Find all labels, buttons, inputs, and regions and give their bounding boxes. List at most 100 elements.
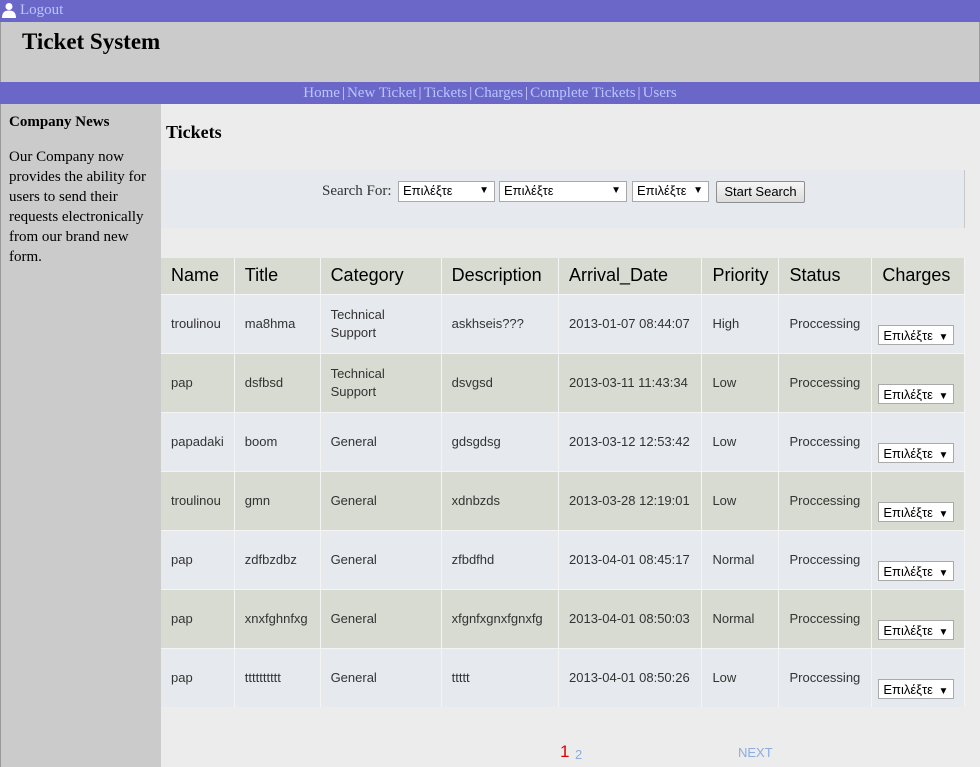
table-row[interactable]: pap zdfbzdbz General zfbdfhd 2013-04-01 … (161, 529, 965, 589)
pagination-current-page: 1 (560, 742, 570, 761)
cell-title: dsfbsd (234, 352, 321, 412)
charges-select-value: Επιλέξτε (883, 682, 933, 697)
charges-select[interactable]: Επιλέξτε ▼ (878, 383, 955, 404)
cell-category: General (320, 647, 442, 707)
dropdown-arrow-icon: ▼ (938, 390, 949, 402)
search-select-1[interactable]: Επιλέξτε ▼ (398, 181, 495, 202)
dropdown-arrow-icon: ▼ (938, 686, 949, 697)
nav-charges[interactable]: Charges (474, 85, 523, 101)
header: Ticket System (0, 22, 980, 82)
cell-name: pap (161, 529, 235, 589)
cell-arrival-date: 2013-01-07 08:44:07 (558, 293, 703, 353)
nav-new-ticket[interactable]: New Ticket (347, 85, 417, 101)
tickets-table: Name Title Category Description Arrival_… (161, 258, 965, 707)
nav-separator: | (525, 85, 529, 101)
cell-charges: Επιλέξτε ▼ (871, 470, 965, 530)
sidebar-heading: Company News (9, 114, 110, 130)
dropdown-arrow-icon: ▼ (938, 331, 949, 343)
table-row[interactable]: troulinou ma8hma Technical Support askhs… (161, 293, 965, 353)
search-select-1-value: Επιλέξτε (403, 183, 453, 198)
cell-title: boom (234, 411, 321, 471)
sidebar-news-text: Our Company now provides the ability for… (9, 149, 147, 265)
table-header-row: Name Title Category Description Arrival_… (161, 258, 965, 294)
cell-title: xnxfghnfxg (234, 588, 321, 648)
cell-status: Proccessing (778, 647, 873, 707)
search-label: Search For: (322, 183, 392, 199)
cell-arrival-date: 2013-03-11 11:43:34 (558, 352, 703, 412)
cell-priority: Low (701, 470, 780, 530)
pagination-next-link[interactable]: NEXT (738, 745, 773, 760)
cell-description: askhseis??? (441, 293, 560, 353)
logout-link[interactable]: Logout (20, 2, 63, 19)
pagination-page-2[interactable]: 2 (575, 747, 582, 762)
nav-complete-tickets[interactable]: Complete Tickets (530, 85, 635, 101)
nav-users[interactable]: Users (643, 85, 677, 101)
cell-status: Proccessing (778, 470, 873, 530)
nav-separator: | (341, 85, 345, 101)
cell-name: troulinou (161, 470, 235, 530)
cell-description: zfbdfhd (441, 529, 560, 589)
search-select-3-value: Επιλέξτε (637, 183, 687, 198)
cell-title: gmn (234, 470, 321, 530)
cell-category: General (320, 411, 442, 471)
nav-separator: | (469, 85, 473, 101)
column-header-charges[interactable]: Charges (871, 258, 965, 294)
cell-title: zdfbzdbz (234, 529, 321, 589)
dropdown-arrow-icon: ▼ (938, 449, 949, 461)
cell-charges: Επιλέξτε ▼ (871, 529, 965, 589)
search-select-3[interactable]: Επιλέξτε ▼ (632, 181, 709, 202)
search-select-2[interactable]: Επιλέξτε ▼ (499, 181, 627, 202)
charges-select[interactable]: Επιλέξτε ▼ (878, 619, 955, 640)
charges-select[interactable]: Επιλέξτε ▼ (878, 501, 955, 522)
cell-category: General (320, 588, 442, 648)
column-header-name[interactable]: Name (161, 258, 235, 294)
column-header-category[interactable]: Category (320, 258, 442, 294)
charges-select[interactable]: Επιλέξτε ▼ (878, 442, 955, 463)
cell-status: Proccessing (778, 293, 873, 353)
cell-priority: Low (701, 647, 780, 707)
cell-description: gdsgdsg (441, 411, 560, 471)
table-row[interactable]: pap dsfbsd Technical Support dsvgsd 2013… (161, 352, 965, 412)
search-panel: Search For: Επιλέξτε ▼ Επιλέξτε ▼ Επιλέξ… (161, 170, 965, 228)
dropdown-arrow-icon: ▼ (611, 185, 621, 196)
nav-home[interactable]: Home (303, 85, 340, 101)
column-header-arrival-date[interactable]: Arrival_Date (558, 258, 703, 294)
charges-select-value: Επιλέξτε (883, 386, 933, 402)
start-search-button[interactable]: Start Search (716, 181, 805, 203)
table-row[interactable]: troulinou gmn General xdnbzds 2013-03-28… (161, 470, 965, 530)
column-header-description[interactable]: Description (441, 258, 560, 294)
charges-select[interactable]: Επιλέξτε ▼ (878, 560, 955, 581)
cell-charges: Επιλέξτε ▼ (871, 411, 965, 471)
cell-charges: Επιλέξτε ▼ (871, 293, 965, 353)
cell-arrival-date: 2013-03-12 12:53:42 (558, 411, 703, 471)
cell-name: pap (161, 588, 235, 648)
user-icon (2, 3, 16, 18)
column-header-status[interactable]: Status (778, 258, 873, 294)
table-row[interactable]: papadaki boom General gdsgdsg 2013-03-12… (161, 411, 965, 471)
dropdown-arrow-icon: ▼ (938, 508, 949, 520)
charges-select[interactable]: Επιλέξτε ▼ (878, 324, 955, 345)
cell-status: Proccessing (778, 529, 873, 589)
table-row[interactable]: pap tttttttttt General ttttt 2013-04-01 … (161, 647, 965, 707)
cell-arrival-date: 2013-04-01 08:50:26 (558, 647, 703, 707)
cell-priority: Low (701, 352, 780, 412)
charges-select[interactable]: Επιλέξτε ▼ (878, 679, 955, 699)
cell-charges: Επιλέξτε ▼ (871, 588, 965, 648)
cell-priority: Normal (701, 529, 780, 589)
charges-select-value: Επιλέξτε (883, 445, 933, 461)
nav-tickets[interactable]: Tickets (424, 85, 468, 101)
cell-charges: Επιλέξτε ▼ (871, 352, 965, 412)
column-header-title[interactable]: Title (234, 258, 321, 294)
cell-status: Proccessing (778, 352, 873, 412)
cell-category: General (320, 529, 442, 589)
table-row[interactable]: pap xnxfghnfxg General xfgnfxgnxfgnxfg 2… (161, 588, 965, 648)
main-content: Tickets Search For: Επιλέξτε ▼ Επιλέξτε … (161, 104, 980, 767)
dropdown-arrow-icon: ▼ (479, 185, 489, 196)
cell-priority: High (701, 293, 780, 353)
cell-description: xdnbzds (441, 470, 560, 530)
page-title: Tickets (166, 122, 222, 142)
cell-name: troulinou (161, 293, 235, 353)
cell-category: Technical Support (320, 352, 442, 412)
dropdown-arrow-icon: ▼ (938, 567, 949, 579)
column-header-priority[interactable]: Priority (701, 258, 780, 294)
